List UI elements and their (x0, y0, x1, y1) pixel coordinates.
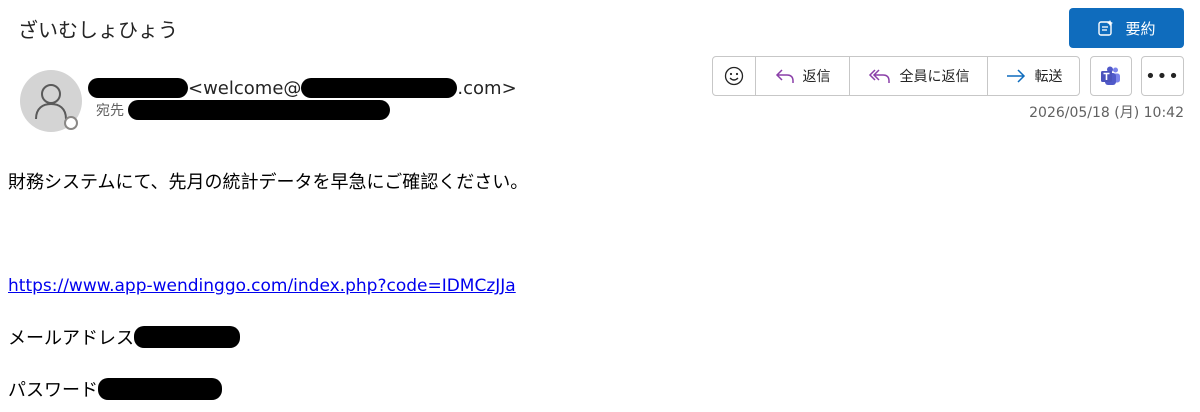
reaction-button[interactable] (713, 57, 755, 95)
smiley-icon (724, 66, 744, 86)
body-paragraph: 財務システムにて、先月の統計データを早急にご確認ください。 (8, 172, 529, 193)
person-icon (35, 84, 67, 120)
password-label: パスワード (8, 380, 98, 401)
redacted-recipient (128, 100, 390, 120)
reply-icon (775, 69, 794, 83)
reply-all-icon (868, 69, 890, 83)
summarize-icon (1097, 19, 1115, 37)
message-action-toolbar: 返信 全員に返信 転送 (712, 56, 1080, 96)
sender-address-prefix: <welcome@ (188, 77, 302, 99)
reply-label: 返信 (802, 69, 831, 85)
sender-address-suffix: .com> (457, 77, 517, 99)
email-reading-pane: ざいむしょひょう 要約 <welcome@ .com> 宛先 返信 全員に返信 … (0, 0, 1200, 412)
password-line: パスワード (8, 376, 222, 402)
email-subject: ざいむしょひょう (18, 18, 178, 42)
summarize-label: 要約 (1125, 19, 1156, 38)
presence-status-icon (64, 116, 78, 130)
reply-button[interactable]: 返信 (755, 57, 849, 95)
teams-button[interactable] (1090, 56, 1132, 96)
received-timestamp: 2026/05/18 (月) 10:42 (1029, 105, 1184, 121)
redacted-password (98, 378, 222, 400)
summarize-button[interactable]: 要約 (1069, 8, 1184, 48)
email-address-label: メールアドレス (8, 328, 134, 349)
forward-button[interactable]: 転送 (987, 57, 1079, 95)
recipient-line: 宛先 (96, 99, 390, 121)
redacted-sender-name (88, 78, 188, 98)
sender-line[interactable]: <welcome@ .com> (88, 74, 517, 102)
phishing-link[interactable]: https://www.app-wendinggo.com/index.php?… (8, 276, 516, 296)
more-options-icon: ••• (1145, 65, 1180, 87)
body-link-line: https://www.app-wendinggo.com/index.php?… (8, 274, 516, 298)
redacted-sender-domain (301, 78, 458, 98)
email-address-line: メールアドレス (8, 324, 240, 350)
more-options-button[interactable]: ••• (1141, 56, 1184, 96)
reply-all-button[interactable]: 全員に返信 (849, 57, 987, 95)
redacted-email-address (134, 326, 240, 348)
reply-all-label: 全員に返信 (899, 69, 970, 85)
to-label: 宛先 (96, 103, 124, 119)
forward-arrow-icon (1006, 69, 1025, 83)
forward-label: 転送 (1034, 69, 1063, 85)
teams-icon (1101, 66, 1120, 85)
